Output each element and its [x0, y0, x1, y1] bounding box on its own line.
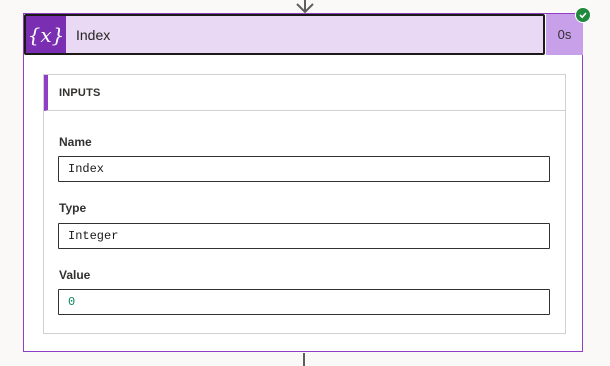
success-check-icon: [575, 7, 591, 23]
inputs-panel: INPUTS Name Index Type Integer Value 0: [43, 74, 566, 334]
value-value-field[interactable]: 0: [58, 289, 550, 315]
action-title: Index: [76, 26, 111, 43]
name-value: Index: [68, 162, 105, 176]
inputs-header: INPUTS: [44, 75, 565, 111]
type-value: Integer: [68, 229, 119, 243]
value-label: Value: [59, 268, 91, 282]
outgoing-connector-line: [303, 353, 305, 366]
name-label: Name: [59, 135, 92, 149]
value-value: 0: [68, 295, 76, 309]
variable-icon: {x}: [26, 16, 66, 53]
action-header[interactable]: {x} Index: [24, 14, 545, 55]
variable-icon-glyph: {x}: [27, 22, 65, 47]
type-label: Type: [59, 201, 87, 215]
name-value-field[interactable]: Index: [58, 156, 550, 182]
type-value-field[interactable]: Integer: [58, 223, 550, 249]
incoming-arrow-icon: [296, 0, 314, 14]
inputs-header-label: INPUTS: [59, 86, 101, 99]
